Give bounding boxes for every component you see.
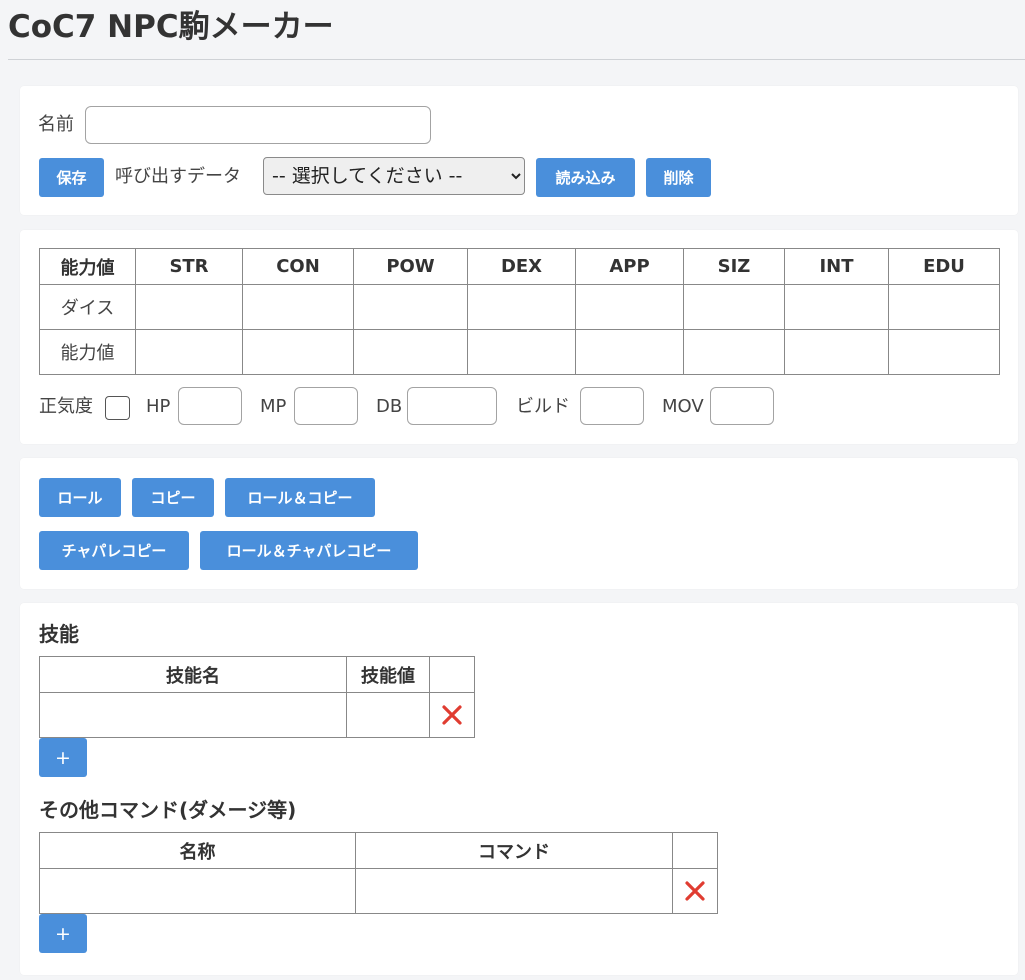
commands-col-command: コマンド (355, 832, 673, 869)
stats-table: 能力値 STR CON POW DEX APP SIZ INT EDU ダイス … (39, 248, 1000, 375)
command-delete-cell (672, 868, 718, 914)
commands-col-name: 名称 (39, 832, 356, 869)
roll-copy-button[interactable]: ロール＆コピー (225, 478, 375, 517)
mp-label: MP (260, 396, 287, 417)
page-title: CoC7 NPC駒メーカー (8, 9, 334, 45)
stat-col-pow: POW (353, 248, 468, 285)
dice-cell-edu (888, 284, 1000, 330)
mp-input[interactable] (294, 387, 358, 425)
delete-data-button[interactable]: 削除 (646, 158, 711, 197)
profile-panel: 名前 保存 呼び出すデータ -- 選択してください -- 読み込み 削除 (20, 86, 1018, 215)
value-row-label: 能力値 (39, 329, 136, 375)
commands-table: 名称 コマンド (39, 832, 718, 914)
dice-cell-dex (467, 284, 576, 330)
skill-name-cell[interactable] (39, 692, 347, 738)
close-icon[interactable] (683, 879, 707, 903)
skills-table: 技能名 技能値 (39, 656, 475, 738)
db-input[interactable] (407, 387, 497, 425)
add-skill-button[interactable]: + (39, 738, 87, 777)
skills-panel: 技能 技能名 技能値 + その他コマンド(ダメージ等) 名称 コマンド + (20, 603, 1018, 975)
skill-value-cell[interactable] (346, 692, 430, 738)
stats-panel: 能力値 STR CON POW DEX APP SIZ INT EDU ダイス … (20, 230, 1018, 444)
stat-col-str: STR (135, 248, 243, 285)
hp-label: HP (146, 396, 171, 417)
value-cell-siz (683, 329, 785, 375)
dice-cell-str (135, 284, 243, 330)
skills-col-value: 技能値 (346, 656, 430, 693)
dice-row-label: ダイス (39, 284, 136, 330)
value-cell-int (784, 329, 889, 375)
stats-header-row: 能力値 STR CON POW DEX APP SIZ INT EDU (39, 248, 1000, 285)
commands-col-actions (672, 832, 718, 869)
skill-delete-cell (429, 692, 475, 738)
stat-col-dex: DEX (467, 248, 576, 285)
table-row (39, 868, 718, 914)
command-text-cell[interactable] (355, 868, 673, 914)
stat-col-edu: EDU (888, 248, 1000, 285)
skills-col-name: 技能名 (39, 656, 347, 693)
sanity-checkbox[interactable] (105, 396, 130, 420)
value-row: 能力値 (39, 329, 1000, 375)
db-label: DB (376, 396, 403, 417)
add-command-button[interactable]: + (39, 914, 87, 953)
name-label: 名前 (38, 114, 74, 135)
build-input[interactable] (580, 387, 644, 425)
skills-col-actions (429, 656, 475, 693)
name-input[interactable] (85, 106, 431, 144)
actions-panel: ロール コピー ロール＆コピー チャパレコピー ロール＆チャパレコピー (20, 458, 1018, 589)
save-button[interactable]: 保存 (39, 158, 104, 197)
stat-col-app: APP (575, 248, 684, 285)
value-cell-con (242, 329, 354, 375)
saved-data-select[interactable]: -- 選択してください -- (263, 157, 525, 195)
skills-title: 技能 (39, 622, 79, 646)
value-cell-app (575, 329, 684, 375)
title-divider (8, 59, 1025, 60)
dice-cell-con (242, 284, 354, 330)
dice-cell-siz (683, 284, 785, 330)
chapare-copy-button[interactable]: チャパレコピー (39, 531, 189, 570)
load-data-label: 呼び出すデータ (115, 166, 241, 187)
value-cell-edu (888, 329, 1000, 375)
build-label: ビルド (516, 396, 570, 417)
table-row (39, 692, 475, 738)
roll-chapare-copy-button[interactable]: ロール＆チャパレコピー (200, 531, 418, 570)
dice-row: ダイス (39, 284, 1000, 330)
value-cell-dex (467, 329, 576, 375)
value-cell-pow (353, 329, 468, 375)
stats-header-label: 能力値 (39, 248, 136, 285)
load-button[interactable]: 読み込み (536, 158, 635, 197)
roll-button[interactable]: ロール (39, 478, 121, 517)
sanity-label: 正気度 (39, 396, 93, 417)
dice-cell-pow (353, 284, 468, 330)
skills-header-row: 技能名 技能値 (39, 656, 475, 693)
mov-input[interactable] (710, 387, 774, 425)
command-name-cell[interactable] (39, 868, 356, 914)
dice-cell-app (575, 284, 684, 330)
dice-cell-int (784, 284, 889, 330)
mov-label: MOV (662, 396, 704, 417)
stat-col-siz: SIZ (683, 248, 785, 285)
hp-input[interactable] (178, 387, 242, 425)
close-icon[interactable] (440, 703, 464, 727)
stat-col-int: INT (784, 248, 889, 285)
copy-button[interactable]: コピー (132, 478, 214, 517)
stat-col-con: CON (242, 248, 354, 285)
commands-title: その他コマンド(ダメージ等) (39, 798, 297, 822)
commands-header-row: 名称 コマンド (39, 832, 718, 869)
value-cell-str (135, 329, 243, 375)
